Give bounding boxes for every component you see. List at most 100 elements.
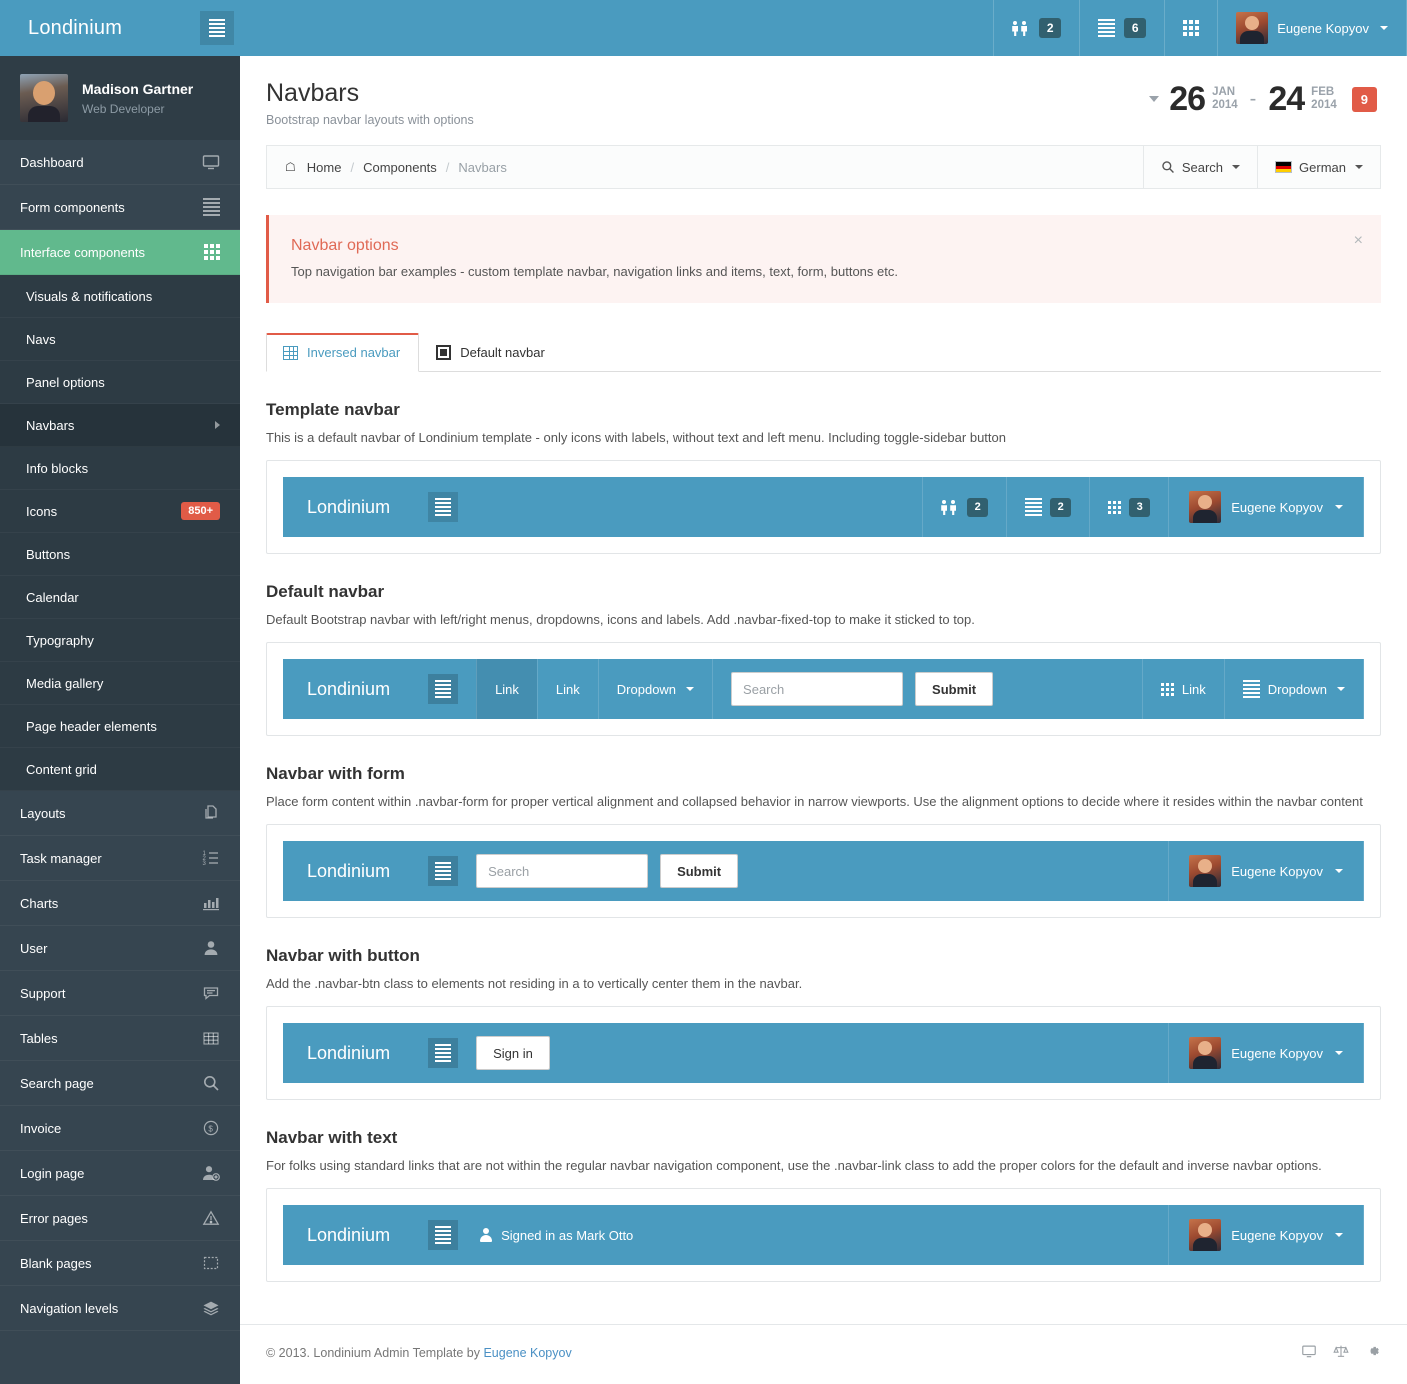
sidebar-item-visuals-notifications[interactable]: Visuals & notifications [0,275,240,318]
toolbar-language-label: German [1299,159,1346,175]
demo-user-menu[interactable]: Eugene Kopyov [1168,1205,1364,1266]
footer-copyright: © 2013. Londinium Admin Template by Euge… [266,1346,572,1360]
demo-right-actions: Eugene Kopyov [1168,1205,1364,1266]
demo-signed-in-text: Signed in as Mark Otto [458,1205,633,1265]
sidebar-item-interface-components[interactable]: Interface components [0,230,240,275]
demo-users-button[interactable]: 2 [922,477,1006,538]
demo-sidebar-toggle-button[interactable] [428,674,459,705]
gear-icon[interactable] [1365,1343,1381,1362]
sidebar-item-buttons[interactable]: Buttons [0,533,240,576]
date-range-separator: - [1249,87,1257,110]
demo-spacer [738,841,1168,901]
topbar-apps-button[interactable] [1164,0,1217,56]
demo-brand[interactable]: Londinium [283,477,390,537]
sidebar-item-media-gallery[interactable]: Media gallery [0,662,240,705]
demo-right-link-label: Link [1181,681,1206,697]
sidebar-item-typography[interactable]: Typography [0,619,240,662]
submit-button[interactable]: Submit [660,854,739,889]
sidebar-item-navbars[interactable]: Navbars [0,404,240,447]
sidebar-item-page-header-elements[interactable]: Page header elements [0,705,240,748]
demo-messages-button[interactable]: 2 [1006,477,1089,538]
search-input[interactable] [731,672,904,707]
date-range-end-year: 2014 [1311,99,1337,111]
sidebar-item-blank-pages[interactable]: Blank pages [0,1241,240,1286]
demo-nav-dropdown[interactable]: Dropdown [597,659,712,720]
demo-user-menu[interactable]: Eugene Kopyov [1168,1023,1364,1084]
sidebar-item-error-pages[interactable]: Error pages [0,1196,240,1241]
sidebar-item-support[interactable]: Support [0,971,240,1016]
submit-button[interactable]: Submit [915,672,994,707]
demo-brand[interactable]: Londinium [283,1205,390,1265]
toolbar-language-button[interactable]: German [1257,146,1380,189]
topbar-users-button[interactable]: 2 [993,0,1079,56]
close-icon[interactable]: × [1354,233,1363,249]
sidebar-item-icons[interactable]: Icons 850+ [0,490,240,533]
tab-inversed-navbar[interactable]: Inversed navbar [266,333,420,373]
sidebar-item-calendar[interactable]: Calendar [0,576,240,619]
sidebar-item-charts[interactable]: Charts [0,881,240,926]
sidebar-item-label: Layouts [20,805,66,821]
filled-square-icon [436,345,452,361]
sidebar-item-task-manager[interactable]: Task manager 123 [0,836,240,881]
sidebar-toggle-button[interactable] [200,11,234,45]
toolbar-search-button[interactable]: Search [1142,146,1257,189]
sidebar-avatar [20,74,68,122]
demo-apps-button[interactable]: 3 [1089,477,1168,538]
topbar-messages-button[interactable]: 6 [1079,0,1164,56]
demo-brand[interactable]: Londinium [283,659,390,719]
sidebar-item-label: Content grid [26,761,97,777]
sidebar-item-invoice[interactable]: Invoice $ [0,1106,240,1151]
scales-icon[interactable] [1333,1343,1349,1362]
sidebar-icons-badge: 850+ [181,502,220,520]
section-template-navbar: Template navbar This is a default navbar… [266,400,1381,555]
demo-nav-link-label: Link [495,681,519,697]
sidebar-item-user[interactable]: User [0,926,240,971]
table-icon [202,1029,220,1047]
date-range-start-month: JAN [1212,85,1236,98]
demo-sidebar-toggle-button[interactable] [428,1220,459,1251]
breadcrumb-home[interactable]: Home [307,160,342,175]
demo-sidebar-toggle-button[interactable] [428,1038,459,1069]
section-title: Navbar with form [266,764,405,784]
tab-default-navbar[interactable]: Default navbar [419,333,564,372]
demo-sidebar-toggle-button[interactable] [428,492,459,523]
sidebar-item-panel-options[interactable]: Panel options [0,361,240,404]
demo-right-dropdown[interactable]: Dropdown [1223,659,1364,720]
date-range-picker[interactable]: 26 JAN 2014 - 24 FEB 2014 9 [1149,78,1377,116]
demo-right-link[interactable]: Link [1141,659,1224,720]
sidebar-item-login-page[interactable]: Login page [0,1151,240,1196]
footer-author-link[interactable]: Eugene Kopyov [483,1346,571,1360]
sidebar-item-form-components[interactable]: Form components [0,185,240,230]
demo-user-menu[interactable]: Eugene Kopyov [1168,841,1364,902]
topbar-user-menu[interactable]: Eugene Kopyov [1217,0,1407,56]
demo-navbar-text: Londinium Signed in as Mark Otto Eugene … [283,1205,1364,1266]
user-add-icon [202,1164,220,1182]
tab-list: Inversed navbar Default navbar [266,333,1381,373]
chevron-down-icon [1149,96,1160,102]
monitor-icon[interactable] [1301,1343,1317,1362]
sidebar-item-content-grid[interactable]: Content grid [0,748,240,791]
sidebar-item-layouts[interactable]: Layouts [0,791,240,836]
demo-user-menu[interactable]: Eugene Kopyov [1168,477,1364,538]
demo-nav-link-2[interactable]: Link [536,659,598,720]
sidebar-item-info-blocks[interactable]: Info blocks [0,447,240,490]
sidebar-item-dashboard[interactable]: Dashboard [0,140,240,185]
demo-sidebar-toggle-button[interactable] [428,856,459,887]
demo-brand[interactable]: Londinium [283,1023,390,1083]
sidebar-item-search-page[interactable]: Search page [0,1061,240,1106]
breadcrumb-components[interactable]: Components [363,160,437,175]
demo-nav-link-1[interactable]: Link [476,659,537,720]
sidebar-item-navigation-levels[interactable]: Navigation levels [0,1286,240,1331]
sidebar-item-tables[interactable]: Tables [0,1016,240,1061]
demo-brand[interactable]: Londinium [283,841,390,901]
sidebar-item-navs[interactable]: Navs [0,318,240,361]
section-description: Default Bootstrap navbar with left/right… [266,612,975,628]
sidebar-profile[interactable]: Madison Gartner Web Developer [0,56,240,140]
search-input[interactable] [476,854,649,889]
sidebar-profile-role: Web Developer [82,101,165,116]
blank-page-icon [202,1254,220,1272]
sidebar-item-label: Dashboard [20,154,84,170]
main-content: Navbars Bootstrap navbar layouts with op… [240,56,1407,1384]
sign-in-button[interactable]: Sign in [476,1036,550,1071]
